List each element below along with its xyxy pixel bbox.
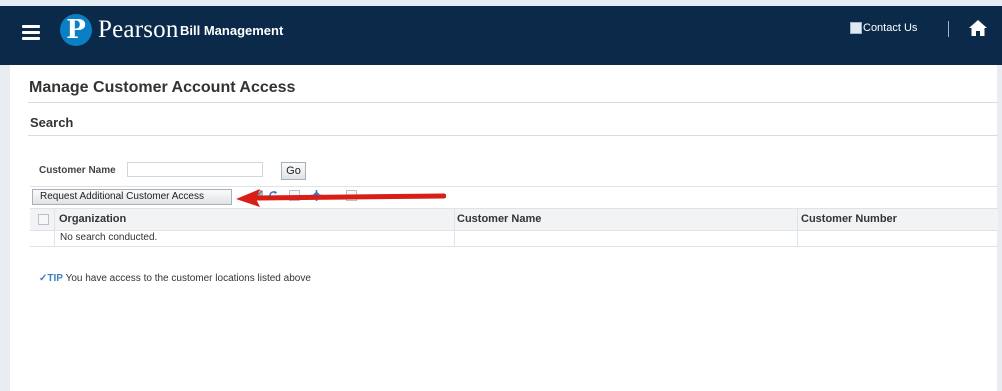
table-header-row: Organization Customer Name Customer Numb…: [30, 208, 998, 231]
menu-icon[interactable]: [22, 25, 40, 41]
app-name: Bill Management: [180, 23, 284, 38]
contact-us-link[interactable]: Contact Us: [850, 22, 918, 35]
column-header-customer-name[interactable]: Customer Name: [457, 213, 541, 225]
pearson-logo: P: [60, 14, 92, 46]
contact-us-label: Contact Us: [863, 22, 918, 34]
header-select-checkbox[interactable]: [38, 214, 49, 225]
home-icon[interactable]: [968, 18, 988, 38]
brand-name: Pearson: [98, 16, 179, 43]
column-divider: [454, 208, 455, 246]
broken-image-icon: [850, 22, 862, 35]
column-header-customer-number[interactable]: Customer Number: [801, 213, 897, 225]
table-row: No search conducted.: [30, 230, 998, 247]
customer-name-label: Customer Name: [39, 165, 116, 176]
app-header: P Pearson Bill Management Contact Us: [0, 6, 1002, 65]
title-divider: [28, 102, 998, 103]
tip-message: ✓TIP You have access to the customer loc…: [39, 273, 311, 284]
page-title: Manage Customer Account Access: [29, 79, 296, 96]
empty-table-message: No search conducted.: [60, 232, 158, 243]
go-button[interactable]: Go: [281, 162, 306, 180]
request-additional-access-button[interactable]: Request Additional Customer Access: [32, 189, 232, 205]
tip-label: TIP: [47, 273, 63, 284]
column-header-organization[interactable]: Organization: [59, 213, 126, 225]
section-title: Search: [30, 115, 74, 130]
customer-name-input[interactable]: [127, 162, 263, 177]
header-divider: [948, 21, 949, 37]
section-divider: [28, 135, 998, 136]
red-annotation-arrow: [236, 189, 446, 207]
column-divider: [797, 208, 798, 246]
column-divider: [54, 208, 55, 246]
tip-text: You have access to the customer location…: [65, 273, 311, 284]
